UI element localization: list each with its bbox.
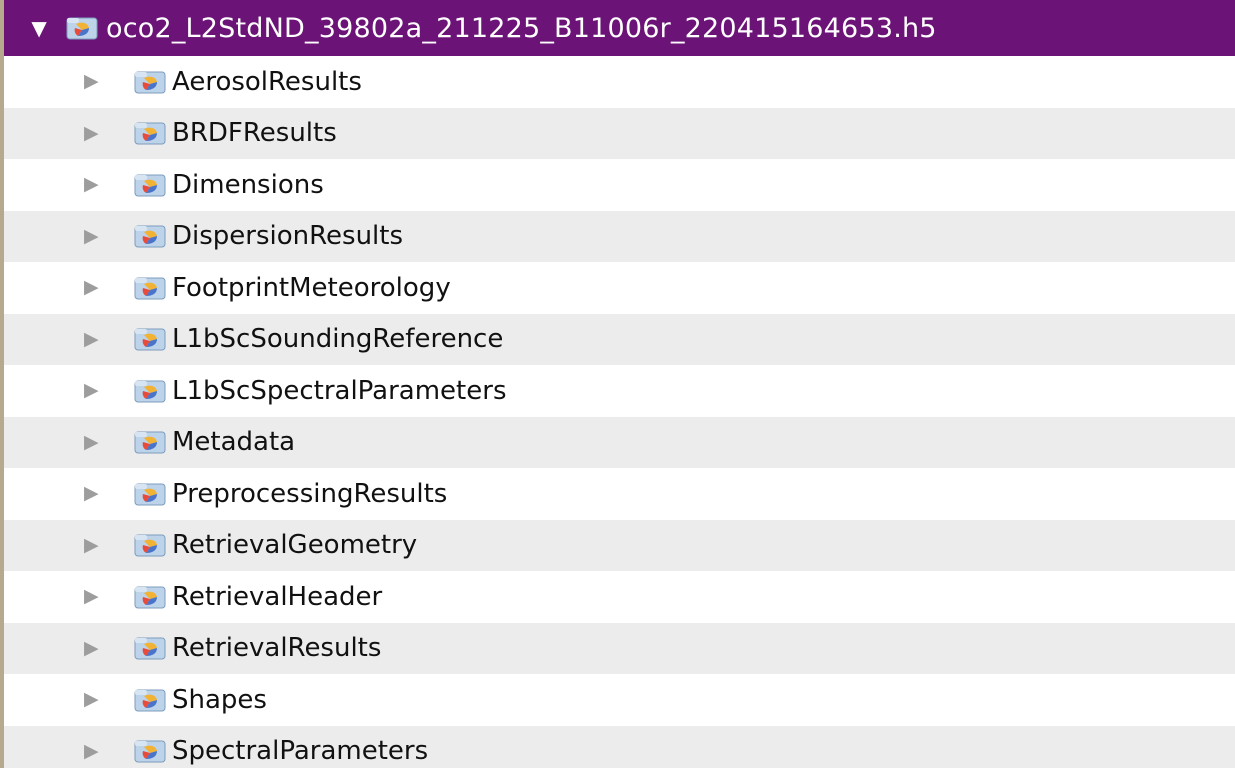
expand-triangle-icon[interactable]: ▶ <box>84 587 100 606</box>
tree-row-spectralparameters[interactable]: ▶ SpectralParameters <box>4 725 1235 768</box>
tree-row-l1bscsoundingreference[interactable]: ▶ L1bScSoundingReference <box>4 313 1235 365</box>
tree-row-label: SpectralParameters <box>172 736 429 767</box>
tree-row-retrievalheader[interactable]: ▶ RetrievalHeader <box>4 571 1235 623</box>
tree-row-label: Shapes <box>172 684 267 715</box>
tree-row-aerosolresults[interactable]: ▶ AerosolResults <box>4 56 1235 108</box>
expand-triangle-icon[interactable]: ▶ <box>84 329 100 349</box>
hdf5-group-icon <box>134 635 166 661</box>
collapse-triangle-icon[interactable]: ▼ <box>31 18 46 38</box>
expand-triangle-icon[interactable]: ▶ <box>84 278 100 297</box>
tree-row-retrievalresults[interactable]: ▶ RetrievalResults <box>4 622 1235 674</box>
tree-row-shapes[interactable]: ▶ Shapes <box>4 674 1235 726</box>
tree-row-label: PreprocessingResults <box>172 478 448 509</box>
expand-triangle-icon[interactable]: ▶ <box>84 175 100 194</box>
hdf5-group-icon <box>134 378 166 404</box>
tree-row-label: FootprintMeteorology <box>172 272 451 303</box>
tree-row-dimensions[interactable]: ▶ Dimensions <box>4 159 1235 211</box>
tree-row-metadata[interactable]: ▶ Metadata <box>4 416 1235 468</box>
tree-row-preprocessingresults[interactable]: ▶ PreprocessingResults <box>4 468 1235 520</box>
expand-triangle-icon[interactable]: ▶ <box>84 690 100 709</box>
group-list: ▶ AerosolResults ▶ BRDFResults ▶ Dimensions ▶ D… <box>4 56 1235 768</box>
tree-root-row[interactable]: ▼ oco2_L2StdND_39802a_211225_B11006r_220… <box>4 0 1235 56</box>
expand-triangle-icon[interactable]: ▶ <box>84 638 100 658</box>
tree-row-l1bscspectralparameters[interactable]: ▶ L1bScSpectralParameters <box>4 365 1235 417</box>
tree-row-dispersionresults[interactable]: ▶ DispersionResults <box>4 210 1235 262</box>
hdf5-group-icon <box>134 326 166 352</box>
tree-row-label: AerosolResults <box>172 66 362 97</box>
expand-triangle-icon[interactable]: ▶ <box>84 123 100 143</box>
tree-row-label: L1bScSoundingReference <box>172 324 504 355</box>
tree-row-brdfresults[interactable]: ▶ BRDFResults <box>4 107 1235 159</box>
hdf5-group-icon <box>134 120 166 146</box>
expand-triangle-icon[interactable]: ▶ <box>84 226 100 246</box>
tree-row-label: RetrievalHeader <box>172 581 383 612</box>
hdf5-group-icon <box>134 687 166 713</box>
hdf5-group-icon <box>134 584 166 610</box>
tree-row-retrievalgeometry[interactable]: ▶ RetrievalGeometry <box>4 519 1235 571</box>
expand-triangle-icon[interactable]: ▶ <box>84 741 100 761</box>
tree-row-label: Metadata <box>172 427 296 458</box>
tree-row-label: DispersionResults <box>172 221 404 252</box>
hdf5-group-icon <box>134 481 166 507</box>
hdf-file-tree: ▼ oco2_L2StdND_39802a_211225_B11006r_220… <box>0 0 1235 768</box>
expand-triangle-icon[interactable]: ▶ <box>84 484 100 503</box>
hdf5-group-icon <box>134 275 166 301</box>
tree-row-label: Dimensions <box>172 169 324 200</box>
expand-triangle-icon[interactable]: ▶ <box>84 381 100 400</box>
expand-triangle-icon[interactable]: ▶ <box>84 432 100 452</box>
hdf5-group-icon <box>134 532 166 558</box>
hdf5-group-icon <box>134 69 166 95</box>
tree-row-label: RetrievalGeometry <box>172 530 418 561</box>
tree-row-footprintmeteorology[interactable]: ▶ FootprintMeteorology <box>4 262 1235 314</box>
expand-triangle-icon[interactable]: ▶ <box>84 535 100 555</box>
tree-row-label: L1bScSpectralParameters <box>172 375 507 406</box>
tree-row-label: BRDFResults <box>172 118 337 149</box>
hdf5-group-icon <box>134 223 166 249</box>
expand-triangle-icon[interactable]: ▶ <box>84 72 100 91</box>
root-file-label: oco2_L2StdND_39802a_211225_B11006r_22041… <box>106 12 937 44</box>
hdf5-group-icon <box>134 738 166 764</box>
tree-row-label: RetrievalResults <box>172 633 382 664</box>
hdf5-group-icon <box>134 429 166 455</box>
hdf5-group-icon <box>134 172 166 198</box>
hdf5-file-icon <box>66 15 98 41</box>
